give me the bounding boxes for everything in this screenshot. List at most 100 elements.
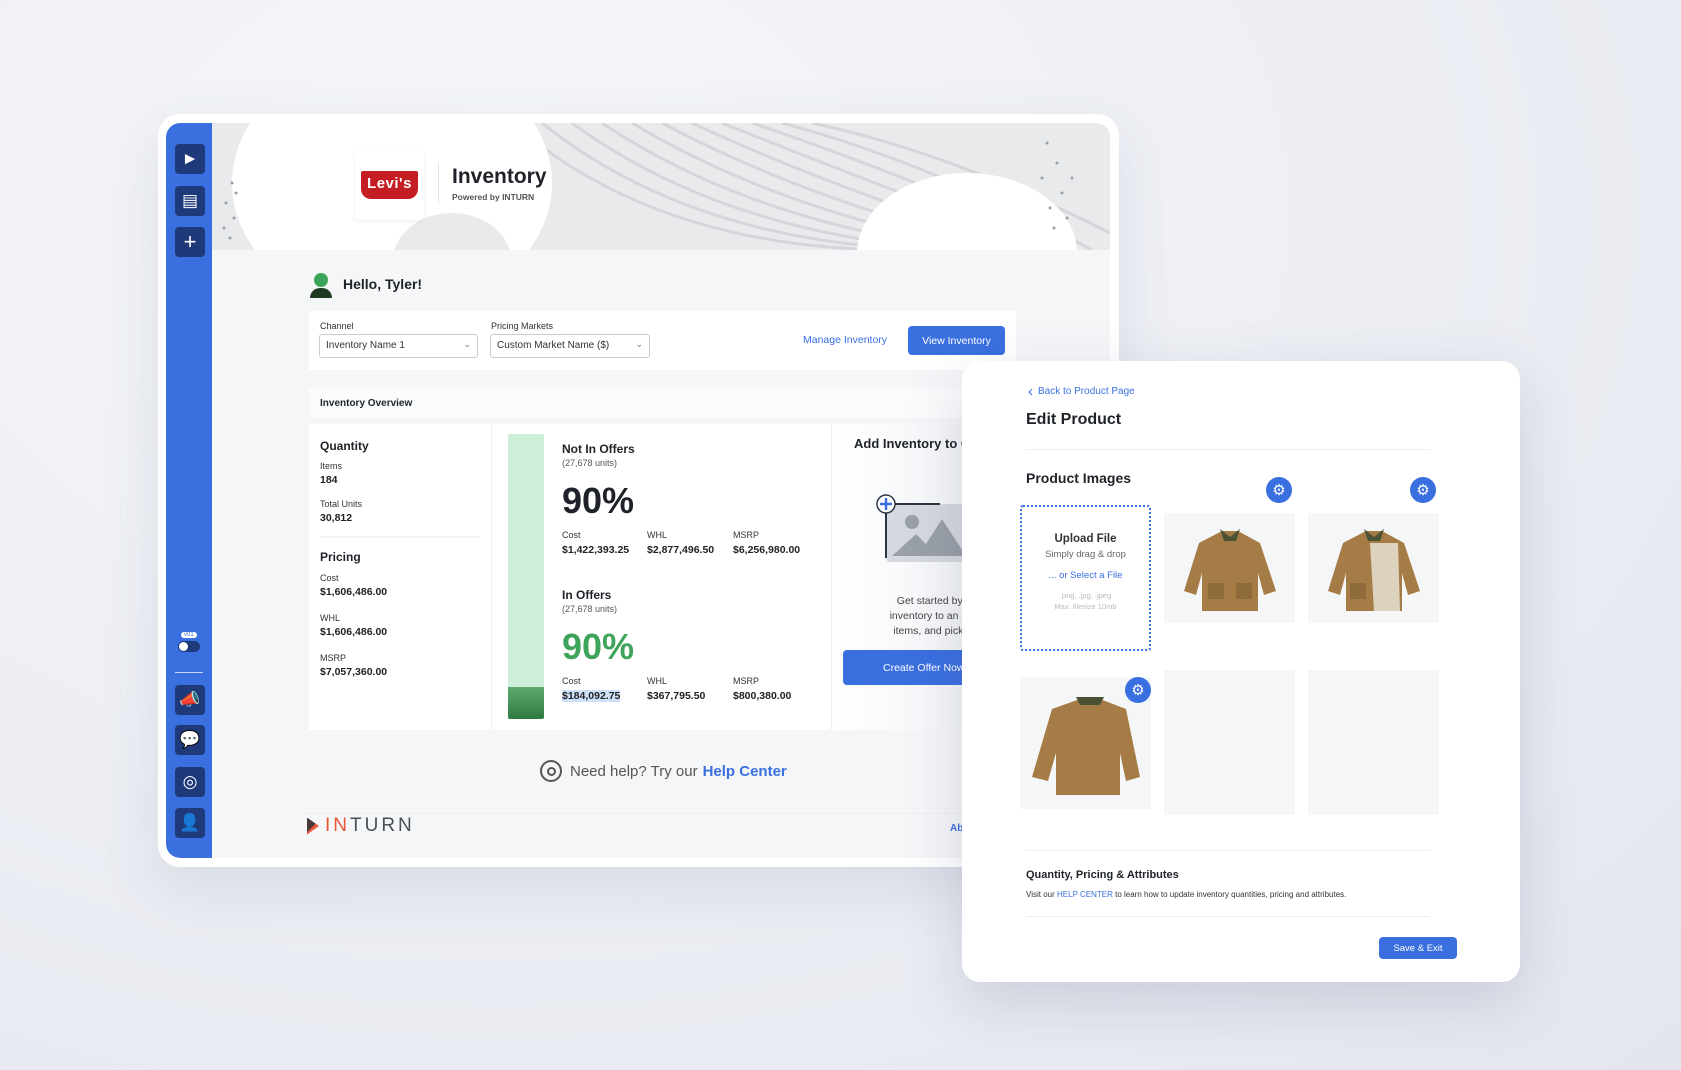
megaphone-icon[interactable]: 📣: [175, 685, 205, 715]
units-value: 30,812: [320, 512, 353, 524]
units-label: Total Units: [320, 499, 363, 509]
cost-value: $184,092.75: [562, 690, 621, 702]
lifebuoy-icon[interactable]: ◎: [175, 767, 205, 797]
whl-label: WHL: [320, 613, 340, 623]
whl-value: $1,606,486.00: [320, 626, 388, 638]
inturn-logo: INTURN: [307, 815, 415, 837]
back-link-text: Back to Product Page: [1038, 386, 1135, 397]
edit-product-panel: ‹ Back to Product Page Edit Product Produ…: [962, 361, 1520, 982]
empty-image-slot[interactable]: [1308, 670, 1439, 815]
user-icon[interactable]: 👤: [175, 808, 205, 838]
in-offers-units: (27,678 units): [562, 604, 618, 614]
header-banner: Levi's Inventory Powered by INTURN: [212, 123, 1110, 250]
chat-icon[interactable]: 💬: [175, 725, 205, 755]
plus-icon[interactable]: +: [175, 227, 205, 257]
markets-select[interactable]: Custom Market Name ($) ⌄: [490, 334, 650, 358]
banner-decoration: [222, 123, 1110, 250]
save-exit-button[interactable]: Save & Exit: [1379, 937, 1457, 959]
chevron-left-icon: ‹: [1028, 383, 1033, 400]
msrp-value: $7,057,360.00: [320, 666, 388, 678]
sidebar: ► ▤ + v01 📣 💬 ◎ 👤: [166, 123, 212, 858]
cost-value: $1,606,486.00: [320, 586, 388, 598]
page-title: Inventory: [452, 165, 547, 188]
gear-icon[interactable]: ⚙: [1266, 477, 1292, 503]
overview-body: Quantity Items 184 Total Units 30,812 Pr…: [309, 424, 1029, 730]
gear-icon[interactable]: ⚙: [1410, 477, 1436, 503]
msrp-value: $800,380.00: [733, 690, 792, 702]
page-subtitle: Powered by INTURN: [452, 192, 535, 202]
jacket-open-image: [1328, 529, 1420, 611]
chevron-down-icon: ⌄: [463, 339, 471, 349]
in-offers-percent: 90%: [562, 626, 635, 667]
pricing-heading: Pricing: [320, 550, 361, 564]
divider: [438, 163, 439, 203]
attributes-help-text: Visit our HELP CENTER to learn how to up…: [1026, 890, 1346, 899]
avatar: [309, 273, 333, 299]
whl-label: WHL: [647, 676, 667, 686]
add-image-illustration-icon: [876, 494, 974, 562]
product-images-heading: Product Images: [1026, 470, 1132, 486]
upload-formats: .png, .jpg, .jpeg: [1059, 591, 1112, 600]
brand-logo: Levi's: [355, 150, 424, 220]
jacket-front-image: [1184, 529, 1276, 611]
in-offers-fill: [508, 686, 544, 719]
divider: [1026, 850, 1430, 851]
edit-product-title: Edit Product: [1026, 411, 1122, 428]
whl-label: WHL: [647, 530, 667, 540]
msrp-label: MSRP: [320, 653, 347, 663]
divider: [320, 536, 480, 538]
not-in-offers-units: (27,678 units): [562, 458, 618, 468]
greeting: Hello, Tyler!: [343, 276, 423, 292]
divider: [491, 424, 492, 730]
upload-max-size: Max. filesize 10mb: [1054, 602, 1117, 611]
receipt-icon[interactable]: ▤: [175, 186, 205, 216]
logo-in: IN: [325, 815, 350, 836]
divider: [175, 672, 203, 673]
theme-toggle[interactable]: [178, 641, 200, 652]
cost-value: $1,422,393.25: [562, 544, 630, 556]
msrp-value: $6,256,980.00: [733, 544, 801, 556]
help-suffix: to learn how to update inventory quantit…: [1115, 890, 1347, 899]
view-inventory-button[interactable]: View Inventory: [908, 326, 1005, 355]
cost-label: Cost: [562, 530, 581, 540]
product-image-tile[interactable]: [1308, 513, 1439, 623]
channel-value: Inventory Name 1: [326, 340, 405, 351]
cost-label: Cost: [320, 573, 339, 583]
channel-label: Channel: [320, 321, 354, 331]
product-image-tile[interactable]: [1164, 513, 1295, 623]
msrp-label: MSRP: [733, 530, 760, 540]
markets-value: Custom Market Name ($): [497, 340, 610, 351]
version-badge: v01: [181, 632, 197, 638]
select-file-link[interactable]: ... or Select a File: [1022, 570, 1149, 581]
empty-image-slot[interactable]: [1164, 670, 1295, 815]
offers-progress-bar: [508, 434, 544, 719]
overview-title: Inventory Overview: [320, 398, 413, 409]
channel-select[interactable]: Inventory Name 1 ⌄: [319, 334, 478, 358]
markets-label: Pricing Markets: [491, 321, 554, 331]
attributes-heading: Quantity, Pricing & Attributes: [1026, 869, 1179, 881]
gear-icon[interactable]: ⚙: [1125, 677, 1151, 703]
items-value: 184: [320, 474, 338, 486]
whl-value: $2,877,496.50: [647, 544, 715, 556]
chevron-down-icon: ⌄: [635, 339, 643, 349]
help-center-link[interactable]: HELP CENTER: [1057, 890, 1113, 899]
overview-header: Inventory Overview: [309, 388, 1029, 418]
not-in-offers-percent: 90%: [562, 480, 635, 521]
in-offers-heading: In Offers: [562, 588, 612, 602]
add-inventory-heading: Add Inventory to C: [854, 436, 971, 451]
items-label: Items: [320, 461, 343, 471]
upload-title: Upload File: [1054, 533, 1117, 545]
not-in-offers-heading: Not In Offers: [562, 442, 635, 456]
divider: [1026, 449, 1430, 450]
upload-dropzone[interactable]: Upload File Simply drag & drop ... or Se…: [1020, 505, 1151, 651]
upload-hint: Simply drag & drop: [1045, 549, 1126, 560]
inturn-mark-icon: [307, 817, 319, 835]
help-banner: Need help? Try our Help Center: [540, 760, 787, 782]
logo-turn: TURN: [350, 815, 415, 836]
inturn-logo-icon[interactable]: ►: [175, 144, 205, 174]
help-center-link[interactable]: Help Center: [703, 763, 787, 780]
help-text: Need help? Try our: [570, 762, 698, 780]
back-link[interactable]: ‹ Back to Product Page: [1028, 383, 1135, 400]
divider: [1026, 916, 1430, 917]
manage-inventory-link[interactable]: Manage Inventory: [803, 334, 887, 346]
